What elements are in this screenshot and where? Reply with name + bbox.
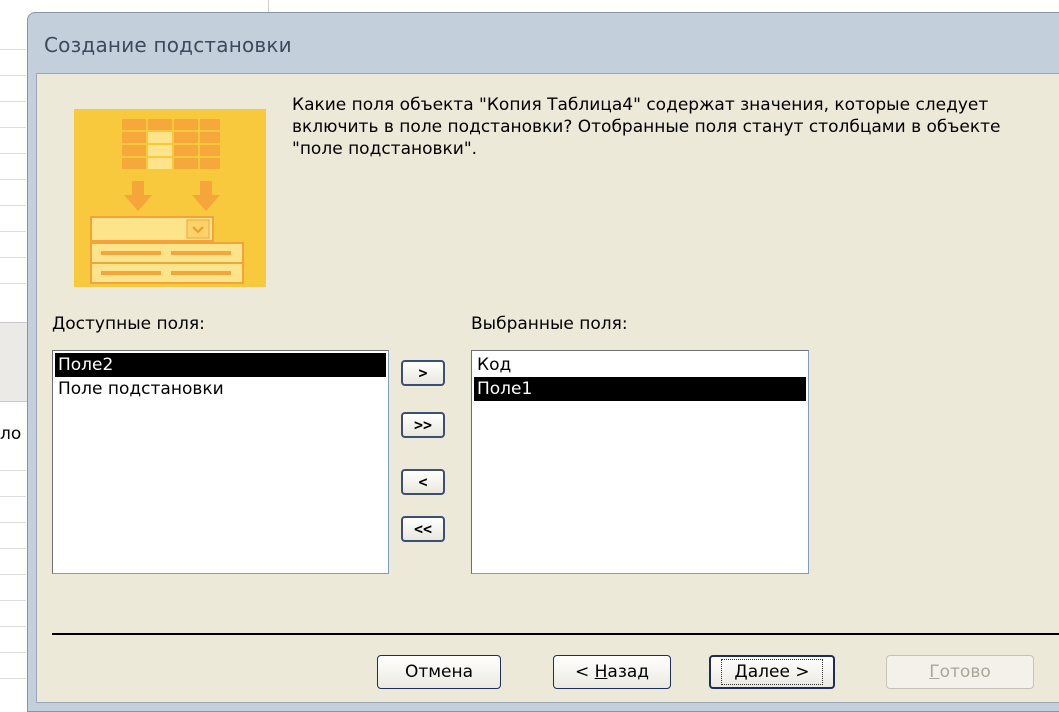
selected-field-item[interactable]: Код (474, 353, 806, 377)
selected-fields-list[interactable]: Код Поле1 (471, 350, 809, 574)
cancel-button-label: Отмена (404, 662, 474, 682)
remove-all-fields-button[interactable]: << (401, 516, 445, 542)
wizard-question-text: Какие поля объекта "Копия Таблица4" соде… (292, 95, 1001, 159)
dialog-title: Создание подстановки (44, 33, 292, 57)
available-fields-list[interactable]: Поле2 Поле подстановки (52, 350, 389, 574)
available-field-item[interactable]: Поле подстановки (55, 377, 386, 401)
lookup-wizard-dialog: Создание подстановки Какие поля объекта … (27, 12, 1059, 712)
cancel-button[interactable]: Отмена (377, 655, 501, 689)
remove-field-button[interactable]: < (401, 469, 445, 495)
next-button-label: Далее > (721, 659, 823, 685)
selected-fields-label: Выбранные поля: (471, 314, 628, 334)
selected-field-item[interactable]: Поле1 (474, 377, 806, 401)
dialog-client-area: Какие поля объекта "Копия Таблица4" соде… (36, 73, 1059, 703)
finish-button-label: Готово (929, 662, 991, 682)
finish-button[interactable]: Готово (886, 655, 1034, 689)
add-field-button[interactable]: > (401, 360, 445, 386)
back-button-label: < Назад (574, 662, 650, 682)
available-field-item[interactable]: Поле2 (55, 353, 386, 377)
wizard-illustration-icon (74, 109, 266, 287)
back-button[interactable]: < Назад (553, 655, 671, 689)
background-cell-text: ло (0, 424, 22, 444)
separator-line (52, 633, 1059, 635)
next-button[interactable]: Далее > (709, 655, 835, 689)
available-fields-label: Доступные поля: (52, 314, 205, 334)
add-all-fields-button[interactable]: >> (401, 412, 445, 438)
